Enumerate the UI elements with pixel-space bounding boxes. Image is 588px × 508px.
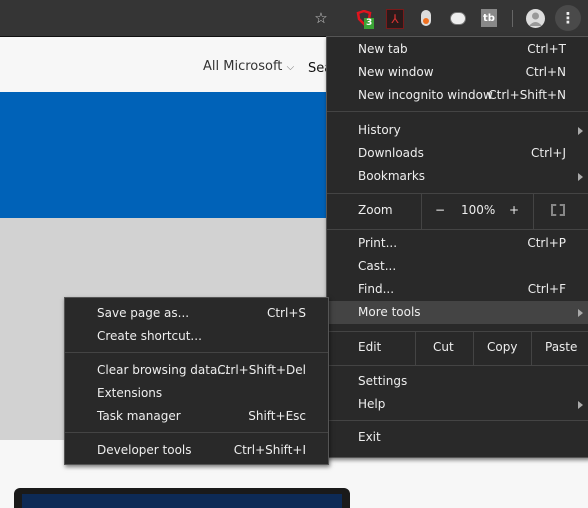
separator: [327, 331, 588, 332]
submenu-arrow-icon: [578, 173, 583, 181]
copy-button[interactable]: Copy: [487, 336, 517, 359]
label: New tab: [358, 42, 408, 56]
separator: [327, 229, 588, 230]
extension-badge: 3: [364, 18, 375, 29]
chat-extension-icon[interactable]: [449, 9, 467, 27]
label: Create shortcut...: [97, 329, 202, 343]
shortcut: Ctrl+P: [527, 236, 566, 250]
laptop-image: [14, 488, 350, 508]
label: Exit: [358, 430, 381, 444]
menu-new-incognito[interactable]: New incognito window Ctrl+Shift+N: [327, 84, 588, 107]
label: Developer tools: [97, 443, 192, 457]
zoom-in-button[interactable]: +: [509, 199, 519, 222]
toolbar-divider: [512, 10, 513, 27]
label: Print...: [358, 236, 398, 250]
divider: [415, 332, 416, 365]
menu-history[interactable]: History: [327, 119, 588, 142]
label: Downloads: [358, 146, 424, 160]
profile-avatar-icon[interactable]: [526, 9, 545, 28]
shortcut: Ctrl+J: [531, 146, 566, 160]
separator: [327, 111, 588, 112]
menu-cast[interactable]: Cast...: [327, 255, 588, 278]
label: History: [358, 123, 401, 137]
chevron-down-icon: ⌵: [286, 62, 295, 73]
label: Find...: [358, 282, 395, 296]
menu-downloads[interactable]: Downloads Ctrl+J: [327, 142, 588, 165]
separator: [327, 193, 588, 194]
divider: [421, 194, 422, 229]
shortcut: Ctrl+N: [525, 65, 566, 79]
label: Bookmarks: [358, 169, 426, 183]
shortcut: Ctrl+Shift+I: [233, 443, 306, 457]
submenu-save-page[interactable]: Save page as... Ctrl+S: [65, 302, 328, 325]
toggle-extension-icon[interactable]: [421, 10, 431, 26]
submenu-create-shortcut[interactable]: Create shortcut...: [65, 325, 328, 348]
pdf-extension-icon[interactable]: ⅄: [386, 9, 404, 29]
label: New window: [358, 65, 434, 79]
all-microsoft-label: All Microsoft: [203, 59, 283, 74]
separator: [327, 420, 588, 421]
chrome-main-menu: New tab Ctrl+T New window Ctrl+N New incog…: [326, 36, 588, 458]
divider: [533, 194, 534, 229]
menu-settings[interactable]: Settings: [327, 370, 588, 393]
separator: [65, 432, 328, 433]
browser-toolbar: ☆ 3 ⅄ tb ⋮: [0, 0, 588, 37]
more-tools-submenu: Save page as... Ctrl+S Create shortcut...…: [64, 297, 329, 465]
submenu-arrow-icon: [578, 127, 583, 135]
label: More tools: [358, 305, 421, 319]
menu-help[interactable]: Help: [327, 393, 588, 416]
separator: [65, 352, 328, 353]
submenu-clear-browsing-data[interactable]: Clear browsing data... Ctrl+Shift+Del: [65, 359, 328, 382]
shortcut: Ctrl+T: [527, 42, 566, 56]
label: New incognito window: [358, 88, 493, 102]
shortcut: Ctrl+Shift+N: [488, 88, 566, 102]
fullscreen-icon[interactable]: [551, 204, 565, 216]
menu-exit[interactable]: Exit: [327, 426, 588, 449]
menu-edit-row: Edit Cut Copy Paste: [327, 336, 588, 359]
label: Task manager: [97, 409, 181, 423]
divider: [531, 332, 532, 365]
shortcut: Ctrl+Shift+Del: [217, 363, 306, 377]
label: Help: [358, 397, 386, 411]
cut-button[interactable]: Cut: [433, 336, 454, 359]
submenu-arrow-icon: [578, 401, 583, 409]
shortcut: Shift+Esc: [248, 409, 306, 423]
label: Save page as...: [97, 306, 190, 320]
menu-new-tab[interactable]: New tab Ctrl+T: [327, 38, 588, 61]
all-microsoft-menu[interactable]: All Microsoft ⌵: [203, 59, 294, 74]
menu-more-tools[interactable]: More tools: [327, 301, 588, 324]
edit-label: Edit: [358, 340, 382, 354]
label: Extensions: [97, 386, 163, 400]
menu-zoom-row: Zoom − 100% +: [327, 199, 588, 222]
menu-new-window[interactable]: New window Ctrl+N: [327, 61, 588, 84]
tb-extension-icon[interactable]: tb: [481, 9, 497, 27]
label: Settings: [358, 374, 408, 388]
shortcut: Ctrl+S: [266, 306, 306, 320]
star-icon[interactable]: ☆: [312, 9, 330, 27]
submenu-extensions[interactable]: Extensions: [65, 382, 328, 405]
menu-print[interactable]: Print... Ctrl+P: [327, 232, 588, 255]
zoom-value: 100%: [461, 203, 496, 217]
separator: [327, 365, 588, 366]
shield-extension-icon[interactable]: 3: [354, 9, 375, 29]
submenu-task-manager[interactable]: Task manager Shift+Esc: [65, 405, 328, 428]
label: Clear browsing data...: [97, 363, 229, 377]
submenu-developer-tools[interactable]: Developer tools Ctrl+Shift+I: [65, 439, 328, 462]
more-menu-icon[interactable]: ⋮: [555, 5, 581, 31]
zoom-label: Zoom: [358, 203, 393, 217]
label: Cast...: [358, 259, 397, 273]
menu-bookmarks[interactable]: Bookmarks: [327, 165, 588, 188]
zoom-out-button[interactable]: −: [435, 199, 445, 222]
submenu-arrow-icon: [578, 309, 583, 317]
divider: [473, 332, 474, 365]
menu-find[interactable]: Find... Ctrl+F: [327, 278, 588, 301]
paste-button[interactable]: Paste: [545, 336, 577, 359]
shortcut: Ctrl+F: [527, 282, 566, 296]
